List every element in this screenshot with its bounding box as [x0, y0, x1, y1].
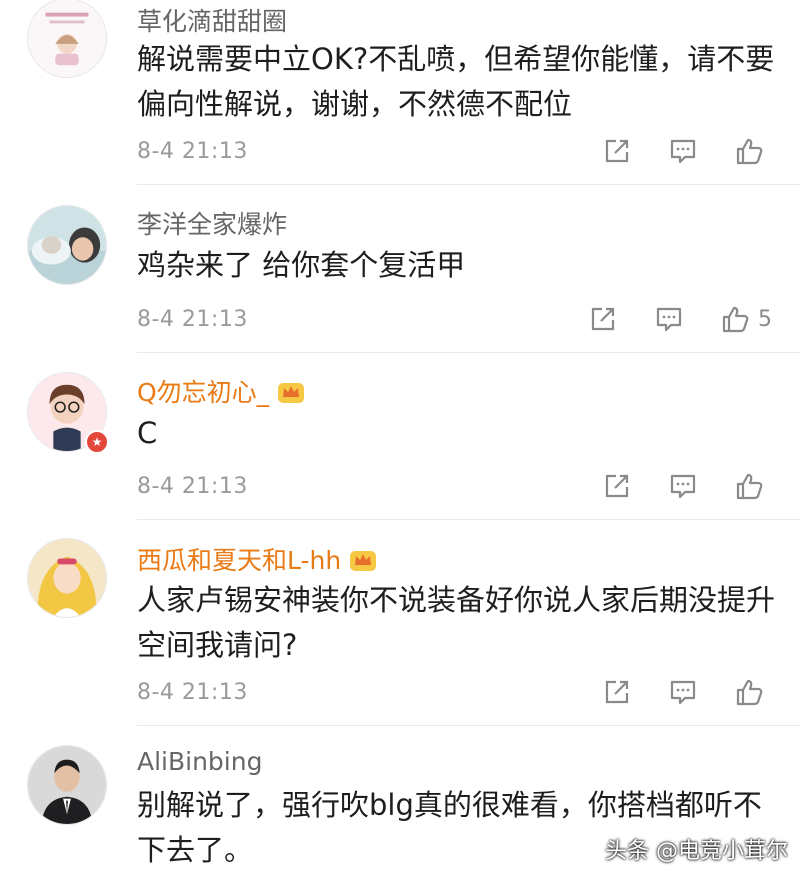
like-button[interactable] [734, 471, 772, 501]
comment-icon [670, 474, 696, 499]
comment-icon [656, 307, 682, 332]
action-bar [602, 470, 772, 502]
comment-text: 人家卢锡安神装你不说装备好你说人家后期没提升空间我请问? [137, 583, 776, 662]
username[interactable]: 李洋全家爆炸 [137, 205, 287, 241]
divider [137, 519, 800, 520]
avatar[interactable] [27, 0, 107, 78]
action-bar: 5 [588, 303, 772, 335]
like-button[interactable] [734, 136, 772, 166]
watermark: 头条 @电竞小茸尔 [605, 839, 788, 864]
comment-text: 鸡杂来了 给你套个复活甲 [137, 248, 466, 282]
share-button[interactable] [588, 304, 618, 334]
comment-text: C [137, 416, 158, 450]
crown-icon [350, 551, 377, 571]
comment-button[interactable] [654, 304, 684, 334]
share-icon [605, 680, 629, 704]
like-icon [736, 473, 763, 500]
like-button[interactable] [734, 677, 772, 707]
comment-icon [670, 680, 696, 705]
share-button[interactable] [602, 677, 632, 707]
timestamp: 8-4 21:13 [137, 680, 248, 705]
like-button[interactable]: 5 [720, 304, 772, 334]
avatar[interactable] [27, 745, 107, 825]
verified-badge: ★ [85, 430, 109, 454]
like-icon [736, 679, 763, 706]
comment-text: 解说需要中立OK?不乱喷，但希望你能懂，请不要偏向性解说，谢谢，不然德不配位 [137, 42, 775, 121]
like-icon [722, 306, 749, 333]
like-count: 5 [758, 306, 772, 332]
username-text: Q勿忘初心_ [137, 378, 270, 407]
timestamp: 8-4 21:13 [137, 307, 248, 332]
timestamp: 8-4 21:13 [137, 474, 248, 499]
timestamp: 8-4 21:13 [137, 139, 248, 164]
comment-button[interactable] [668, 471, 698, 501]
action-bar [602, 676, 772, 708]
comment-button[interactable] [668, 136, 698, 166]
share-icon [605, 139, 629, 163]
avatar[interactable] [27, 205, 107, 285]
share-button[interactable] [602, 136, 632, 166]
divider [137, 352, 800, 353]
username[interactable]: Q勿忘初心_ [137, 373, 305, 409]
like-icon [736, 138, 763, 165]
divider [137, 184, 800, 185]
action-bar [602, 135, 772, 167]
share-icon [591, 307, 615, 331]
username[interactable]: 西瓜和夏天和L-hh [137, 541, 377, 577]
crown-icon [278, 383, 305, 403]
comment-icon [670, 139, 696, 164]
username[interactable]: 草化滴甜甜圈 [137, 2, 287, 38]
username-text: 西瓜和夏天和L-hh [137, 546, 342, 575]
divider [137, 725, 800, 726]
avatar[interactable] [27, 538, 107, 618]
share-button[interactable] [602, 471, 632, 501]
share-icon [605, 474, 629, 498]
username[interactable]: AliBinbing [137, 747, 262, 776]
comment-button[interactable] [668, 677, 698, 707]
